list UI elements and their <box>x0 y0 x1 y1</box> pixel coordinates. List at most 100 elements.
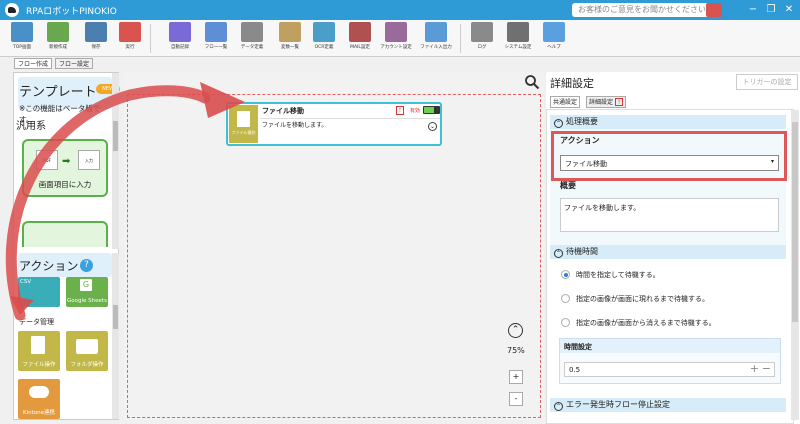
toolbar-separator <box>460 24 461 53</box>
detail-scrollbar[interactable] <box>791 110 799 420</box>
collapse-icon: ⌃ <box>554 119 563 128</box>
warning-icon: ! <box>396 106 404 115</box>
account-icon <box>385 22 407 42</box>
toolbar-record-button[interactable]: 自動記録 <box>162 22 198 55</box>
toolbar-home-grid-button[interactable]: TOP画面 <box>4 22 40 55</box>
minimize-button[interactable]: − <box>746 3 760 17</box>
toolbar-label: 自動記録 <box>171 45 189 50</box>
enabled-label: 有効 <box>410 108 421 114</box>
zoom-in-button[interactable]: + <box>509 370 523 384</box>
template-group-label: 汎用系 <box>16 121 46 132</box>
action-scrollbar[interactable] <box>112 253 119 419</box>
chevron-down-icon[interactable]: ⌄ <box>428 122 437 131</box>
action-card-file[interactable]: ファイル操作 <box>18 331 60 371</box>
detail-title: 詳細設定 <box>550 77 594 90</box>
toolbar-separator <box>150 24 151 53</box>
toolbar-label: ヘルプ <box>547 45 561 50</box>
section-title: 処理概要 <box>566 117 598 126</box>
plus-icon[interactable]: + <box>750 362 759 375</box>
action-card-label: CSV <box>20 279 32 285</box>
toolbar-save-button[interactable]: 保存 <box>78 22 114 55</box>
toolbar-file-io-button[interactable]: ファイル入出力 <box>418 22 454 55</box>
toolbar-ocr-button[interactable]: OCR定義 <box>306 22 342 55</box>
section-title: 待機時間 <box>566 247 598 256</box>
keyboard-icon: 入力 <box>78 150 100 170</box>
toolbar-label: アカウント設定 <box>380 45 412 50</box>
detail-panel: 詳細設定 トリガーの設定 共通設定 詳細設定! ⌃ 処理概要 アクション ファイル… <box>546 72 800 424</box>
flow-list-icon <box>205 22 227 42</box>
minus-icon[interactable]: − <box>762 362 771 375</box>
close-button[interactable]: ✕ <box>782 3 796 17</box>
radio-label: 時間を指定して待機する。 <box>576 271 660 279</box>
arrow-right-icon: ➡ <box>62 156 71 167</box>
time-settings-box: 時間設定 0.5 + − <box>559 338 781 384</box>
radio-dot <box>561 270 570 279</box>
zoom-out-button[interactable]: - <box>509 392 523 406</box>
thumbs-down-icon[interactable] <box>706 3 722 17</box>
node-title: ファイル移動 <box>262 107 304 115</box>
pdf-doc-icon: PDF <box>36 150 58 170</box>
tab-detail-settings[interactable]: 詳細設定! <box>586 96 627 108</box>
action-card-csv[interactable]: CSV <box>18 277 60 307</box>
warning-icon: ! <box>615 98 624 106</box>
toolbar-variables-button[interactable]: 変数一覧 <box>272 22 308 55</box>
record-icon <box>169 22 191 42</box>
action-card-kintone[interactable]: Kintone連携 <box>18 379 60 419</box>
chevron-up-icon[interactable]: ⌃ <box>508 323 523 338</box>
toolbar-mail-button[interactable]: MAIL設定 <box>342 22 378 55</box>
summary-label: 概要 <box>560 181 576 190</box>
section-process-summary[interactable]: ⌃ 処理概要 <box>550 115 786 129</box>
restore-button[interactable]: ❐ <box>764 3 778 17</box>
action-card-label: Kintone連携 <box>22 410 55 416</box>
flow-node-file-move[interactable]: ファイル操作 ファイル移動 ファイルを移動します。 ! 有効 ⌄ <box>226 102 442 146</box>
search-icon[interactable] <box>524 74 540 90</box>
radio-dot <box>561 294 570 303</box>
toolbar-log-button[interactable]: ログ <box>464 22 500 55</box>
new-flow-icon <box>47 22 69 42</box>
template-title: テンプレート <box>19 85 97 100</box>
toolbar-gear-button[interactable]: システム設定 <box>500 22 536 55</box>
toolbar-label: フロー一覧 <box>204 45 228 50</box>
pinokio-logo-icon <box>5 3 19 17</box>
toolbar-label: 保存 <box>91 45 101 50</box>
home-grid-icon <box>11 22 33 42</box>
action-card-google-sheets[interactable]: G Google Sheets <box>66 277 108 307</box>
toolbar-label: OCR定義 <box>314 45 334 50</box>
enabled-toggle[interactable] <box>423 106 440 114</box>
section-title: エラー発生時フロー停止設定 <box>566 400 670 409</box>
template-card-2[interactable] <box>22 221 108 247</box>
title-bar: RPAロボットPINOKIO お客様のご意見をお聞かせください − ❐ ✕ <box>0 0 800 20</box>
help-icon <box>543 22 565 42</box>
action-card-folder[interactable]: フォルダ操作 <box>66 331 108 371</box>
action-card-label: フォルダ操作 <box>70 362 104 368</box>
toolbar-label: 実行 <box>125 45 135 50</box>
tab-flow-settings[interactable]: フロー設定 <box>55 58 94 69</box>
toolbar-label: 新規作成 <box>49 45 67 50</box>
section-error-stop[interactable]: ⌃ エラー発生時フロー停止設定 <box>550 398 786 412</box>
template-card-input[interactable]: PDF ➡ 入力 画面項目に入力 <box>22 139 108 197</box>
help-icon[interactable]: ? <box>80 259 93 272</box>
radio-label: 指定の画像が画面から消えるまで待機する。 <box>576 319 716 327</box>
collapse-icon: ⌃ <box>554 249 563 258</box>
time-input[interactable]: 0.5 + − <box>564 362 775 377</box>
summary-textarea[interactable]: ファイルを移動します。 <box>560 198 779 232</box>
node-divider <box>260 118 440 119</box>
toolbar-flow-list-button[interactable]: フロー一覧 <box>198 22 234 55</box>
variables-icon <box>279 22 301 42</box>
toolbar-help-button[interactable]: ヘルプ <box>536 22 572 55</box>
log-icon <box>471 22 493 42</box>
feedback-link[interactable]: お客様のご意見をお聞かせください <box>572 3 712 17</box>
tab-common-settings[interactable]: 共通設定 <box>550 96 581 108</box>
tab-flow-create[interactable]: フロー作成 <box>14 58 53 69</box>
radio-dot <box>561 318 570 327</box>
toolbar-new-flow-button[interactable]: 新規作成 <box>40 22 76 55</box>
section-wait-time[interactable]: ⌃ 待機時間 <box>550 245 786 259</box>
toolbar-label: システム設定 <box>504 45 532 50</box>
toolbar-run-button[interactable]: 実行 <box>112 22 148 55</box>
toolbar-label: データ定義 <box>240 45 264 50</box>
highlight-box <box>551 131 787 181</box>
template-scrollbar[interactable] <box>112 73 119 249</box>
toolbar-data-def-button[interactable]: データ定義 <box>234 22 270 55</box>
trigger-settings-button[interactable]: トリガーの設定 <box>736 74 798 90</box>
toolbar-account-button[interactable]: アカウント設定 <box>378 22 414 55</box>
